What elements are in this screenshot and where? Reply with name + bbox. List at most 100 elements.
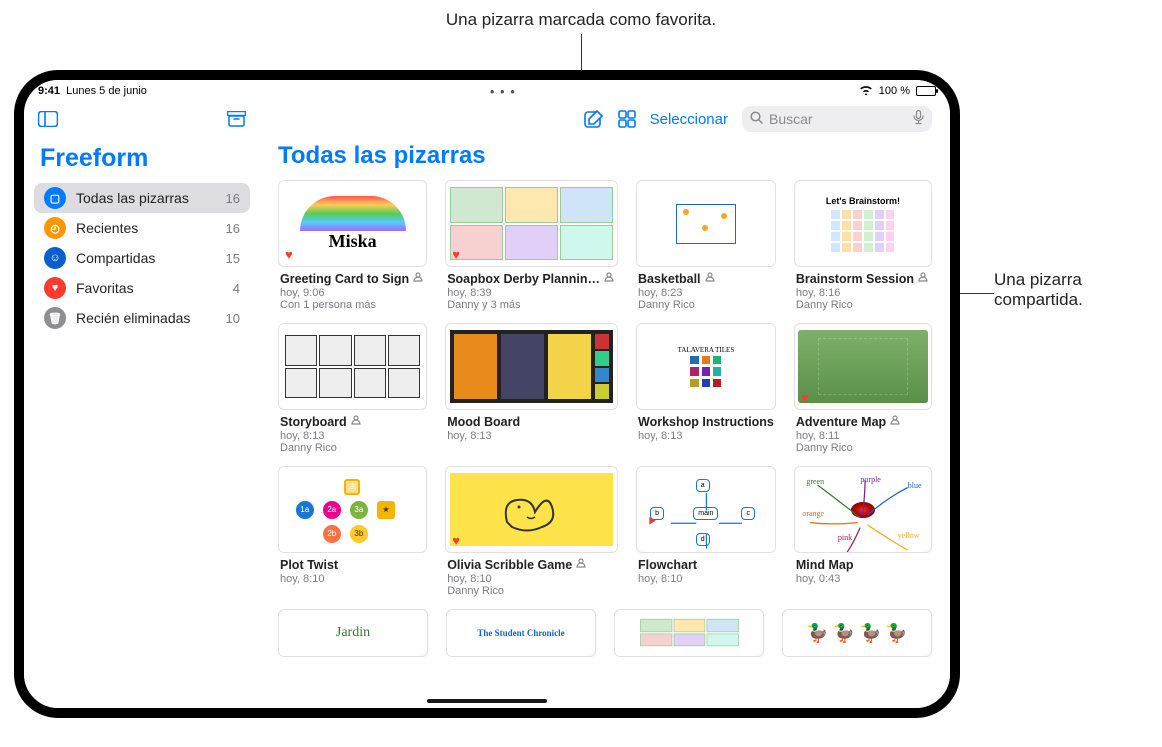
screen: 9:41 Lunes 5 de junio • • • 100 % [24,80,950,708]
board-meta: Soapbox Derby Plannin… hoy, 8:39 Danny y… [445,267,618,311]
sidebar-item-label: Favoritas [76,280,134,296]
board-title: Plot Twist [280,558,425,572]
board-card[interactable]: The Student Chronicle [446,609,596,657]
board-time: hoy, 8:13 [280,430,425,442]
board-thumbnail [445,323,618,410]
board-title: Mind Map [796,558,930,572]
board-thumbnail: ⚠ 1a 2a 3a ★ 2b 3b [278,466,427,553]
archive-icon[interactable] [227,111,246,127]
board-card[interactable]: Basketball hoy, 8:23 Danny Rico [636,180,776,311]
battery-icon [916,86,936,96]
board-title: Brainstorm Session [796,272,930,286]
board-time: hoy, 8:13 [447,430,616,442]
board-title: Olivia Scribble Game [447,558,616,572]
shared-indicator-icon [576,558,588,572]
board-thumbnail: ♥ [445,466,618,553]
sidebar-item-shared[interactable]: ☺ Compartidas 15 [34,243,250,273]
shared-indicator-icon [918,272,930,286]
status-date: Lunes 5 de junio [66,85,147,97]
board-card[interactable]: ♥ Olivia Scribble Game hoy, 8:10 Danny R… [445,466,618,597]
board-thumbnail: Miska ♥ [278,180,427,267]
sidebar-item-recents[interactable]: ◴ Recientes 16 [34,213,250,243]
board-thumbnail: The Student Chronicle [446,609,596,657]
sidebar: Freeform ▢ Todas las pizarras 16 ◴ Recie… [24,136,260,708]
shared-icon: ☺ [44,247,66,269]
dictate-icon[interactable] [913,110,924,128]
search-placeholder: Buscar [769,111,813,127]
multitask-indicator-icon[interactable]: • • • [490,84,516,99]
wifi-icon [859,84,873,98]
status-bar: 9:41 Lunes 5 de junio • • • 100 % [24,80,950,102]
shared-indicator-icon [705,272,717,286]
board-card[interactable]: ♥ Adventure Map hoy, 8:11 Danny Rico [794,323,932,454]
shared-indicator-icon [413,272,425,286]
board-card[interactable]: green purple blue orange pink yellow Min… [794,466,932,597]
shared-indicator-icon [604,272,616,286]
new-board-icon[interactable] [584,109,604,129]
board-meta: Greeting Card to Sign hoy, 9:06 Con 1 pe… [278,267,427,311]
board-time: hoy, 8:23 [638,287,774,299]
board-card[interactable]: ♥ Soapbox Derby Plannin… hoy, 8:39 Danny… [445,180,618,311]
board-thumbnail [636,180,776,267]
all-boards-icon: ▢ [44,187,66,209]
favorites-icon: ♥ [44,277,66,299]
board-title: Soapbox Derby Plannin… [447,272,616,286]
board-thumbnail: green purple blue orange pink yellow [794,466,932,553]
sidebar-item-deleted[interactable]: 🗑 Recién eliminadas 10 [34,303,250,333]
shared-indicator-icon [890,415,902,429]
favorite-heart-icon: ♥ [285,247,299,261]
board-card[interactable]: TALAVERA TILES Workshop Instructions hoy… [636,323,776,454]
board-thumbnail [278,323,427,410]
callout-shared: Una pizarra compartida. [994,270,1154,310]
board-thumbnail: ♥ [794,323,932,410]
board-meta: Mind Map hoy, 0:43 [794,553,932,585]
search-input[interactable]: Buscar [742,106,932,132]
boards-grid-peek: Jardin The Student Chronicle 🦆🦆🦆🦆 [278,609,932,657]
sidebar-item-count: 16 [226,191,240,206]
board-card[interactable]: Mood Board hoy, 8:13 [445,323,618,454]
search-icon [750,111,763,127]
board-title: Workshop Instructions [638,415,774,429]
view-options-icon[interactable] [618,110,636,128]
board-card[interactable]: Jardin [278,609,428,657]
sidebar-item-count: 10 [226,311,240,326]
board-thumbnail: Let's Brainstorm! [794,180,932,267]
board-subtitle: Con 1 persona más [280,299,425,311]
board-card[interactable]: 🦆🦆🦆🦆 [782,609,932,657]
sidebar-item-count: 15 [226,251,240,266]
page-title: Todas las pizarras [278,142,932,170]
board-time: hoy, 8:10 [638,573,774,585]
toolbar: Seleccionar Buscar [24,102,950,136]
boards-grid: Miska ♥ Greeting Card to Sign hoy, 9:06 … [278,180,932,597]
board-thumbnail: main a b c d [636,466,776,553]
callout-favorite-text: Una pizarra marcada como favorita. [446,10,716,29]
board-time: hoy, 8:16 [796,287,930,299]
board-thumbnail: TALAVERA TILES [636,323,776,410]
board-thumbnail [614,609,764,657]
board-subtitle: Danny Rico [638,299,774,311]
board-card[interactable]: ⚠ 1a 2a 3a ★ 2b 3b Plot Twist hoy, 8:10 [278,466,427,597]
board-title: Flowchart [638,558,774,572]
board-title: Greeting Card to Sign [280,272,425,286]
sidebar-item-favorites[interactable]: ♥ Favoritas 4 [34,273,250,303]
board-card[interactable] [614,609,764,657]
status-right: 100 % [859,84,936,98]
board-subtitle: Danny Rico [447,585,616,597]
board-meta: Adventure Map hoy, 8:11 Danny Rico [794,410,932,454]
board-card[interactable]: Storyboard hoy, 8:13 Danny Rico [278,323,427,454]
board-card[interactable]: Let's Brainstorm! Brainstorm Session hoy… [794,180,932,311]
board-time: hoy, 8:11 [796,430,930,442]
status-time: 9:41 [38,85,60,97]
toggle-sidebar-icon[interactable] [38,111,58,127]
select-button[interactable]: Seleccionar [650,111,728,128]
home-indicator[interactable] [427,699,547,703]
status-left: 9:41 Lunes 5 de junio [38,85,147,97]
ipad-frame: 9:41 Lunes 5 de junio • • • 100 % [14,70,960,718]
favorite-heart-icon: ♥ [452,247,466,261]
sidebar-item-count: 4 [233,281,240,296]
sidebar-item-all-boards[interactable]: ▢ Todas las pizarras 16 [34,183,250,213]
board-subtitle: Danny Rico [796,442,930,454]
shared-indicator-icon [351,415,363,429]
board-card[interactable]: main a b c d Flowchart hoy, 8:10 [636,466,776,597]
board-card[interactable]: Miska ♥ Greeting Card to Sign hoy, 9:06 … [278,180,427,311]
